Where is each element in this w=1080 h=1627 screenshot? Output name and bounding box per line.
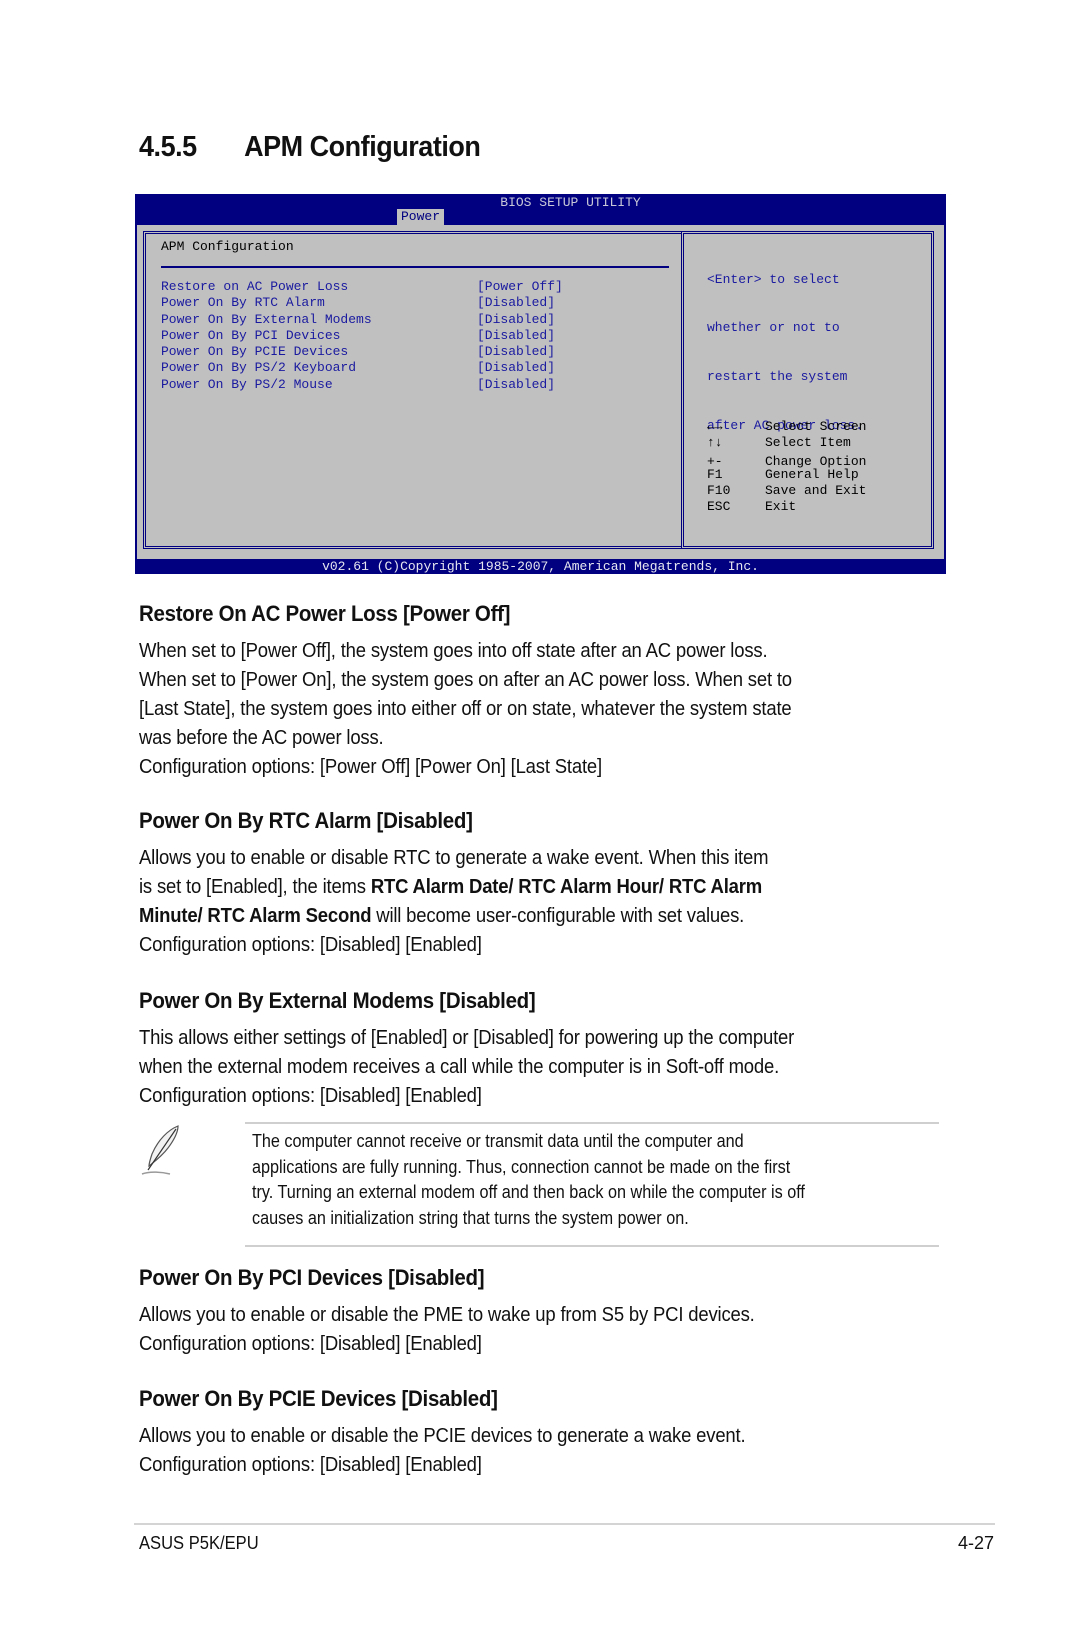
body-line: When set to [Power Off], the system goes… <box>139 640 768 662</box>
section-body: Allows you to enable or disable the PME … <box>139 1301 755 1359</box>
body-line: Minute/ RTC Alarm Second will become use… <box>139 902 768 931</box>
help-line: restart the system <box>707 369 848 385</box>
config-options: Configuration options: [Power Off] [Powe… <box>139 756 602 778</box>
bios-item-labels: Restore on AC Power Loss Power On By RTC… <box>161 279 372 393</box>
footer-product: ASUS P5K/EPU <box>139 1533 259 1553</box>
key-action: Select Item <box>765 435 851 451</box>
bios-item-ps2-keyboard[interactable]: Power On By PS/2 Keyboard <box>161 360 372 376</box>
bios-item-pcie-devices[interactable]: Power On By PCIE Devices <box>161 344 372 360</box>
bios-copyright: v02.61 (C)Copyright 1985-2007, American … <box>322 559 759 574</box>
bios-body: APM Configuration Restore on AC Power Lo… <box>137 225 944 559</box>
section-number: 4.5.5 <box>139 131 197 163</box>
body-bold-text: Minute/ RTC Alarm Second <box>139 905 372 927</box>
section-body: Allows you to enable or disable RTC to g… <box>139 844 769 960</box>
key-row-select-screen: ←→ Select Screen <box>707 419 866 435</box>
note-text: The computer cannot receive or transmit … <box>252 1129 805 1231</box>
bios-panel-heading: APM Configuration <box>161 239 294 254</box>
page-title: 4.5.5 APM Configuration <box>139 131 481 164</box>
bios-value-pci-devices[interactable]: [Disabled] <box>477 328 563 344</box>
body-text: is set to [Enabled], the items <box>139 876 371 898</box>
note-line: causes an initialization string that tur… <box>252 1207 689 1228</box>
body-line: Allows you to enable or disable the PCIE… <box>139 1425 746 1447</box>
note-line: The computer cannot receive or transmit … <box>252 1131 744 1151</box>
help-line: whether or not to <box>707 320 840 336</box>
left-right-arrows-icon: ←→ <box>707 419 723 434</box>
key-row-general-help: F1 General Help <box>707 467 866 483</box>
feather-pen-icon <box>141 1125 179 1175</box>
config-options: Configuration options: [Disabled] [Enabl… <box>139 1454 482 1476</box>
bios-screenshot: BIOS SETUP UTILITY Power APM Configurati… <box>135 194 946 574</box>
note-line: applications are fully running. Thus, co… <box>252 1156 791 1177</box>
footer-rule <box>134 1523 995 1525</box>
bios-title: BIOS SETUP UTILITY <box>500 195 641 210</box>
note-bottom-rule <box>245 1245 939 1247</box>
key-label: F1 <box>707 466 723 482</box>
config-options: Configuration options: [Disabled] [Enabl… <box>139 1333 482 1355</box>
bios-item-external-modems[interactable]: Power On By External Modems <box>161 312 372 328</box>
bios-key-legend: ←→ Select Screen ↑↓ Select Item +- Chang… <box>707 419 866 516</box>
tab-power[interactable]: Power <box>397 209 445 225</box>
body-line: was before the AC power loss. <box>139 727 384 749</box>
key-action: Select Screen <box>765 419 867 434</box>
help-line: <Enter> to select <box>707 271 840 287</box>
config-options: Configuration options: [Disabled] [Enabl… <box>139 934 482 956</box>
key-row-exit: ESC Exit <box>707 499 866 515</box>
note-top-rule <box>245 1122 939 1124</box>
key-row-select-item: ↑↓ Select Item <box>707 435 866 451</box>
body-line: When set to [Power On], the system goes … <box>139 669 792 691</box>
bios-value-external-modems[interactable]: [Disabled] <box>477 312 563 328</box>
up-down-arrows-icon: ↑↓ <box>707 435 723 451</box>
section-heading-rtc-alarm: Power On By RTC Alarm [Disabled] <box>139 808 473 833</box>
key-action: Exit <box>765 499 797 515</box>
bios-value-restore-ac-power-loss[interactable]: [Power Off] <box>477 279 563 295</box>
section-body: Allows you to enable or disable the PCIE… <box>139 1422 746 1480</box>
key-action: Save and Exit <box>765 483 867 499</box>
body-line: when the external modem receives a call … <box>139 1056 780 1078</box>
bios-item-pci-devices[interactable]: Power On By PCI Devices <box>161 328 372 344</box>
body-bold-text: RTC Alarm Date/ RTC Alarm Hour/ RTC Alar… <box>370 876 763 898</box>
key-action: General Help <box>765 466 859 482</box>
bios-value-rtc-alarm[interactable]: [Disabled] <box>477 295 563 311</box>
body-line: This allows either settings of [Enabled]… <box>139 1027 795 1049</box>
section-body: When set to [Power Off], the system goes… <box>139 637 792 782</box>
body-line: [Last State], the system goes into eithe… <box>139 698 792 720</box>
key-label: ESC <box>707 499 731 515</box>
body-line: Allows you to enable or disable the PME … <box>139 1304 755 1326</box>
note-line: try. Turning an external modem off and t… <box>252 1182 805 1202</box>
config-options: Configuration options: [Disabled] [Enabl… <box>139 1085 482 1107</box>
bios-divider <box>161 266 669 268</box>
section-body: This allows either settings of [Enabled]… <box>139 1024 794 1111</box>
key-label: F10 <box>707 483 731 499</box>
bios-value-ps2-keyboard[interactable]: [Disabled] <box>477 360 563 376</box>
section-heading-external-modems: Power On By External Modems [Disabled] <box>139 988 536 1013</box>
bios-item-rtc-alarm[interactable]: Power On By RTC Alarm <box>161 295 372 311</box>
section-heading-pcie-devices: Power On By PCIE Devices [Disabled] <box>139 1386 498 1411</box>
section-title: APM Configuration <box>244 131 481 163</box>
body-line: Allows you to enable or disable RTC to g… <box>139 847 769 869</box>
body-line: is set to [Enabled], the items RTC Alarm… <box>139 873 768 902</box>
bios-item-restore-ac-power-loss[interactable]: Restore on AC Power Loss <box>161 279 372 295</box>
bios-item-values: [Power Off] [Disabled] [Disabled] [Disab… <box>477 279 563 393</box>
bios-value-ps2-mouse[interactable]: [Disabled] <box>477 377 563 393</box>
body-text: will become user-configurable with set v… <box>371 905 745 927</box>
footer-page-number: 4-27 <box>957 1533 994 1553</box>
section-heading-pci-devices: Power On By PCI Devices [Disabled] <box>139 1265 485 1290</box>
bios-item-ps2-mouse[interactable]: Power On By PS/2 Mouse <box>161 377 372 393</box>
bios-value-pcie-devices[interactable]: [Disabled] <box>477 344 563 360</box>
key-row-save-exit: F10 Save and Exit <box>707 483 866 499</box>
section-heading-restore-ac-power-loss: Restore On AC Power Loss [Power Off] <box>139 601 511 626</box>
